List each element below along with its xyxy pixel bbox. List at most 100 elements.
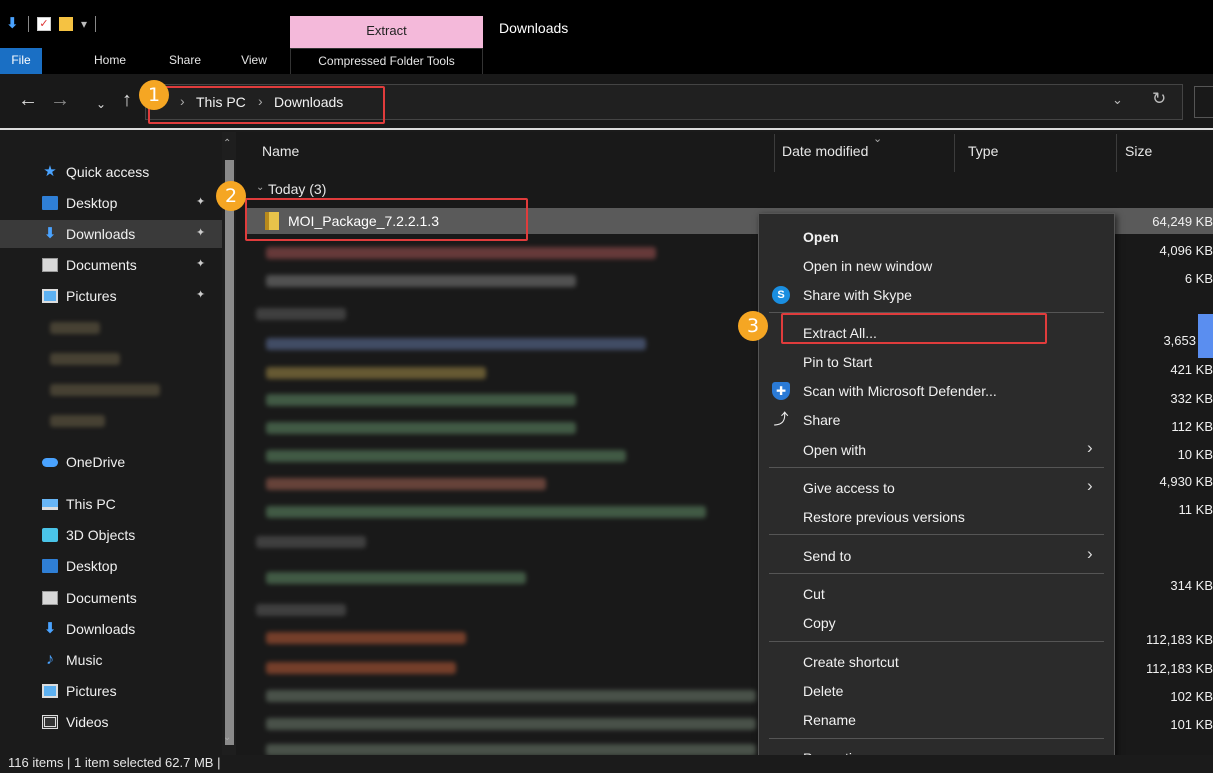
group-today[interactable]: Today (3) bbox=[268, 181, 326, 197]
column-size[interactable]: Size bbox=[1125, 143, 1152, 159]
menu-item-pin-to-start[interactable]: Pin to Start bbox=[803, 354, 872, 370]
menu-divider bbox=[769, 641, 1104, 642]
nav-item-downloads-pc[interactable]: ⬇ Downloads bbox=[42, 615, 136, 643]
blurred-file-row[interactable] bbox=[266, 478, 546, 490]
nav-onedrive[interactable]: OneDrive bbox=[42, 448, 125, 476]
nav-item-3d-objects[interactable]: 3D Objects bbox=[42, 521, 135, 549]
nav-item-videos[interactable]: Videos bbox=[42, 708, 109, 736]
new-folder-icon[interactable] bbox=[59, 17, 73, 31]
menu-item-scan-defender[interactable]: Scan with Microsoft Defender... bbox=[803, 383, 997, 399]
back-arrow-icon[interactable]: ← bbox=[18, 90, 38, 110]
blurred-group-header[interactable] bbox=[256, 308, 346, 320]
pin-icon[interactable]: ✦ bbox=[196, 288, 205, 301]
blurred-folder[interactable] bbox=[50, 415, 105, 427]
blurred-file-row[interactable] bbox=[266, 690, 756, 702]
menu-divider bbox=[769, 467, 1104, 468]
menu-item-send-to[interactable]: Send to bbox=[803, 548, 851, 564]
nav-item-desktop[interactable]: Desktop bbox=[42, 189, 117, 217]
column-name[interactable]: Name bbox=[262, 143, 299, 159]
blurred-file-row[interactable] bbox=[266, 632, 466, 644]
nav-label: Downloads bbox=[66, 621, 136, 637]
column-divider[interactable] bbox=[954, 134, 955, 172]
blurred-folder[interactable] bbox=[50, 353, 120, 365]
menu-item-share[interactable]: Share bbox=[803, 412, 840, 428]
nav-item-documents-pc[interactable]: Documents bbox=[42, 584, 137, 612]
tab-file[interactable]: File bbox=[0, 48, 42, 74]
tab-compressed-folder-tools[interactable]: Compressed Folder Tools bbox=[290, 48, 483, 74]
blurred-file-row[interactable] bbox=[266, 247, 656, 259]
blurred-file-row[interactable] bbox=[266, 275, 576, 287]
nav-this-pc[interactable]: This PC bbox=[42, 490, 116, 518]
blurred-file-row[interactable] bbox=[266, 450, 626, 462]
download-arrow-icon[interactable]: ⬇ bbox=[6, 16, 20, 31]
downloads-icon: ⬇ bbox=[43, 225, 57, 242]
tab-view[interactable]: View bbox=[232, 48, 276, 74]
downloads-icon: ⬇ bbox=[43, 620, 57, 637]
computer-icon bbox=[42, 498, 58, 510]
nav-item-desktop-pc[interactable]: Desktop bbox=[42, 552, 117, 580]
column-divider[interactable] bbox=[1116, 134, 1117, 172]
address-history-chevron-icon[interactable]: ⌄ bbox=[1112, 92, 1123, 108]
menu-item-create-shortcut[interactable]: Create shortcut bbox=[803, 654, 899, 670]
recent-locations-chevron-icon[interactable]: ⌄ bbox=[96, 94, 106, 114]
blurred-file-row[interactable] bbox=[266, 506, 706, 518]
nav-label: Desktop bbox=[66, 558, 118, 574]
menu-item-open-with[interactable]: Open with bbox=[803, 442, 866, 458]
blurred-file-row[interactable] bbox=[266, 572, 526, 584]
defender-shield-icon: ✚ bbox=[772, 382, 790, 400]
scroll-up-arrow-icon[interactable]: ⌃ bbox=[223, 138, 231, 149]
blurred-file-row[interactable] bbox=[266, 367, 486, 379]
search-box[interactable] bbox=[1194, 86, 1213, 118]
blurred-file-row[interactable] bbox=[266, 744, 756, 755]
pin-icon[interactable]: ✦ bbox=[196, 257, 205, 270]
menu-item-rename[interactable]: Rename bbox=[803, 712, 856, 728]
column-divider[interactable] bbox=[774, 134, 775, 172]
nav-item-music[interactable]: ♪ Music bbox=[42, 646, 103, 674]
blurred-file-row[interactable] bbox=[266, 394, 576, 406]
menu-item-open-new-window[interactable]: Open in new window bbox=[803, 258, 932, 274]
menu-item-open[interactable]: Open bbox=[803, 229, 839, 245]
customize-toolbar-dropdown-icon[interactable]: ▾ bbox=[81, 17, 87, 31]
menu-item-copy[interactable]: Copy bbox=[803, 615, 836, 631]
star-icon: ★ bbox=[43, 163, 57, 180]
menu-item-give-access[interactable]: Give access to bbox=[803, 480, 895, 496]
nav-label: Quick access bbox=[66, 164, 150, 180]
pin-icon[interactable]: ✦ bbox=[196, 195, 205, 208]
nav-scrollbar-thumb[interactable] bbox=[225, 160, 234, 745]
nav-quick-access[interactable]: ★ Quick access bbox=[42, 158, 149, 186]
column-date-modified[interactable]: Date modified bbox=[782, 143, 868, 159]
group-collapse-chevron-icon[interactable]: ⌄ bbox=[256, 182, 264, 193]
tab-home[interactable]: Home bbox=[88, 48, 132, 74]
menu-item-delete[interactable]: Delete bbox=[803, 683, 843, 699]
window-title: Downloads bbox=[499, 20, 569, 36]
forward-arrow-icon[interactable]: → bbox=[50, 90, 70, 110]
nav-item-downloads[interactable]: ⬇ Downloads bbox=[0, 220, 222, 248]
scroll-down-arrow-icon[interactable]: ⌄ bbox=[223, 732, 231, 743]
menu-item-cut[interactable]: Cut bbox=[803, 586, 825, 602]
menu-item-share-with-skype[interactable]: Share with Skype bbox=[803, 287, 912, 303]
sort-chevron-icon: ⌄ bbox=[873, 133, 883, 145]
blurred-folder[interactable] bbox=[50, 322, 100, 334]
blurred-group-header[interactable] bbox=[256, 604, 346, 616]
pictures-icon bbox=[42, 289, 58, 303]
blurred-file-row[interactable] bbox=[266, 718, 756, 730]
highlight-extract-all bbox=[781, 313, 1047, 344]
tab-share[interactable]: Share bbox=[160, 48, 210, 74]
nav-item-pictures-pc[interactable]: Pictures bbox=[42, 677, 117, 705]
up-arrow-icon[interactable]: ↑ bbox=[122, 90, 132, 110]
blurred-file-row[interactable] bbox=[266, 662, 456, 674]
blurred-group-header[interactable] bbox=[256, 536, 366, 548]
blurred-file-row[interactable] bbox=[266, 422, 576, 434]
properties-check-icon[interactable]: ✓ bbox=[37, 17, 51, 31]
nav-label: Pictures bbox=[66, 288, 117, 304]
refresh-icon[interactable]: ↻ bbox=[1152, 89, 1166, 109]
nav-item-pictures[interactable]: Pictures bbox=[42, 282, 117, 310]
music-icon: ♪ bbox=[46, 651, 54, 668]
pin-icon[interactable]: ✦ bbox=[196, 226, 205, 239]
column-type[interactable]: Type bbox=[968, 143, 998, 159]
blurred-file-row[interactable] bbox=[266, 338, 646, 350]
blurred-folder[interactable] bbox=[50, 384, 160, 396]
extract-context-tab[interactable]: Extract bbox=[290, 16, 483, 48]
menu-item-restore-versions[interactable]: Restore previous versions bbox=[803, 509, 965, 525]
nav-item-documents[interactable]: Documents bbox=[42, 251, 137, 279]
